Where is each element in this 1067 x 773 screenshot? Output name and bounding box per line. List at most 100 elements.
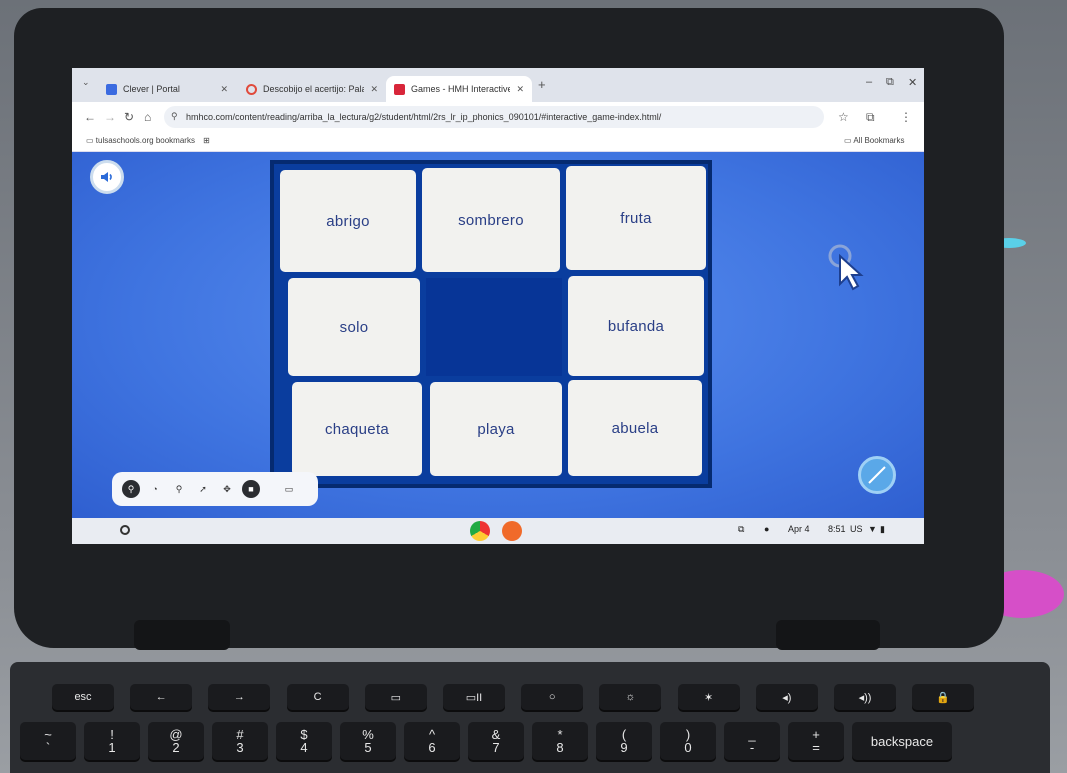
key-bottom-label: 5 — [364, 740, 372, 755]
zoom-icon[interactable]: ⚲ — [170, 480, 188, 498]
restore-button[interactable]: ⧉ — [886, 76, 894, 89]
word-card-playa[interactable]: playa — [430, 382, 562, 476]
select-to-speak-icon[interactable]: ◔ — [146, 480, 164, 498]
key-fn-4[interactable]: ▭ — [364, 684, 427, 710]
launcher-button[interactable] — [120, 525, 130, 535]
bookmarks-bar: ▭ tulsaschools.org bookmarks ⊞ ▭ All Boo… — [72, 132, 924, 152]
new-tab-button[interactable]: + — [538, 77, 546, 92]
close-window-button[interactable]: ✕ — [908, 76, 917, 89]
home-icon[interactable]: ⌂ — [144, 110, 151, 124]
key-bottom-label: 1 — [108, 740, 116, 755]
key-bottom-label: 3 — [236, 740, 244, 755]
key-num-11[interactable]: _ - — [724, 722, 780, 760]
hinge-right — [776, 620, 880, 650]
move-icon[interactable]: ✥ — [218, 480, 236, 498]
record-icon[interactable]: ● — [764, 524, 769, 534]
address-bar[interactable]: ⚲ hmhco.com/content/reading/arriba_la_le… — [164, 106, 824, 128]
key-fn-9[interactable]: ◂) — [755, 684, 818, 710]
bookmark-folder-tulsa[interactable]: ▭ tulsaschools.org bookmarks ⊞ — [86, 136, 210, 145]
key-fn-2[interactable]: → — [208, 684, 271, 710]
key-fn-0[interactable]: esc — [52, 684, 114, 710]
key-num-1[interactable]: ! 1 — [84, 722, 140, 760]
all-bookmarks-folder[interactable]: ▭ All Bookmarks — [844, 136, 904, 145]
key-num-6[interactable]: ^ 6 — [404, 722, 460, 760]
word-card-sombrero[interactable]: sombrero — [422, 168, 560, 272]
app-icon-orange[interactable] — [502, 521, 522, 541]
key-num-3[interactable]: #3 — [212, 722, 268, 760]
key-fn-6[interactable]: ○ — [521, 684, 584, 710]
key-backspace[interactable]: backspace — [852, 722, 952, 760]
key-num-5[interactable]: % 5 — [340, 722, 396, 760]
tab-games-hmh[interactable]: Games - HMH Interactive Read ✕ — [386, 76, 532, 102]
magnifier-icon[interactable]: ⚲ — [122, 480, 140, 498]
date-label[interactable]: Apr 4 — [788, 524, 810, 534]
key-num-8[interactable]: * 8 — [532, 722, 588, 760]
key-fn-1[interactable]: ← — [130, 684, 193, 710]
key-num-10[interactable]: ) 0 — [660, 722, 716, 760]
chrome-app-icon[interactable] — [470, 521, 490, 541]
hinge-left — [134, 620, 230, 650]
word-card-chaqueta[interactable]: chaqueta — [292, 382, 422, 476]
key-bottom-label: 7 — [492, 740, 500, 755]
key-bottom-label: 4 — [300, 740, 308, 755]
key-num-7[interactable]: & 7 — [468, 722, 524, 760]
key-fn-11[interactable]: 🔒 — [912, 684, 975, 710]
folder-icon: ▭ — [844, 136, 854, 145]
screen-capture-icon[interactable]: ⧉ — [738, 524, 744, 535]
back-arrow-icon[interactable]: ← — [84, 110, 96, 124]
floating-action-button[interactable] — [858, 456, 896, 494]
key-bottom-label: - — [749, 740, 755, 755]
key-bottom-label: 2 — [172, 740, 180, 755]
apps-grid-icon[interactable]: ⊞ — [203, 136, 210, 145]
tab-search-chevron[interactable]: ⌄ — [82, 77, 90, 88]
key-num-2[interactable]: @2 — [148, 722, 204, 760]
tab-descobijo[interactable]: Descobijo el acertijo: Palabras ✕ — [238, 76, 386, 102]
minimize-button[interactable]: – — [866, 76, 872, 88]
laptop-screen: ⌄ Clever | Portal ✕ Descobijo el acertij… — [72, 68, 924, 544]
extensions-icon[interactable]: ⧉ — [866, 110, 875, 125]
word-card-solo[interactable]: solo — [288, 278, 420, 376]
stop-icon[interactable]: ■ — [242, 480, 260, 498]
bookmark-star-icon[interactable]: ☆ — [838, 110, 849, 124]
key-bottom-label: ` — [45, 740, 51, 755]
locale-label[interactable]: US — [850, 524, 863, 534]
time-label[interactable]: 8:51 — [828, 524, 846, 534]
tab-clever[interactable]: Clever | Portal ✕ — [98, 76, 236, 102]
key-num-9[interactable]: (9 — [596, 722, 652, 760]
slash-circle-icon — [868, 466, 886, 484]
battery-icon: ▮ — [880, 524, 885, 534]
tab-close-icon[interactable]: ✕ — [220, 84, 228, 95]
key-bottom-label: 0 — [684, 740, 692, 755]
tab-title: Games - HMH Interactive Read — [411, 84, 511, 94]
reload-icon[interactable]: ↻ — [124, 110, 134, 124]
key-num-12[interactable]: + = — [788, 722, 844, 760]
hmh-favicon-icon — [394, 83, 405, 95]
key-fn-8[interactable]: ✶ — [677, 684, 740, 710]
key-bottom-label: 9 — [620, 740, 628, 755]
memory-card-board: abrigo sombrero fruta solo bufanda chaqu… — [270, 160, 712, 488]
tab-close-icon[interactable]: ✕ — [370, 84, 378, 95]
key-fn-5[interactable]: ▭II — [443, 684, 505, 710]
key-bottom-label: backspace — [870, 733, 934, 749]
key-num-0[interactable]: ~ ` — [20, 722, 76, 760]
key-num-4[interactable]: $4 — [276, 722, 332, 760]
key-bottom-label: 8 — [556, 740, 564, 755]
word-card-abuela[interactable]: abuela — [568, 380, 702, 476]
key-fn-10[interactable]: ◂)) — [834, 684, 896, 710]
forward-arrow-icon[interactable]: → — [104, 110, 116, 124]
word-card-abrigo[interactable]: abrigo — [280, 170, 416, 272]
tab-close-icon[interactable]: ✕ — [516, 84, 524, 95]
speaker-icon — [101, 172, 112, 182]
screen-icon[interactable]: ▭ — [280, 480, 298, 498]
key-fn-7[interactable]: ☼ — [599, 684, 662, 710]
bookmark-label: tulsaschools.org bookmarks — [95, 136, 195, 145]
wifi-icon: ▼ — [868, 524, 877, 534]
pointer-icon[interactable]: ➚ — [194, 480, 212, 498]
key-fn-3[interactable]: C — [286, 684, 349, 710]
word-card-fruta[interactable]: fruta — [566, 166, 706, 270]
word-card-bufanda[interactable]: bufanda — [568, 276, 704, 376]
site-info-icon[interactable]: ⚲ — [171, 111, 178, 122]
browser-toolbar: ← → ↻ ⌂ ⚲ hmhco.com/content/reading/arri… — [72, 102, 924, 132]
speaker-button[interactable] — [90, 160, 124, 194]
menu-kebab-icon[interactable]: ⋮ — [900, 110, 912, 124]
